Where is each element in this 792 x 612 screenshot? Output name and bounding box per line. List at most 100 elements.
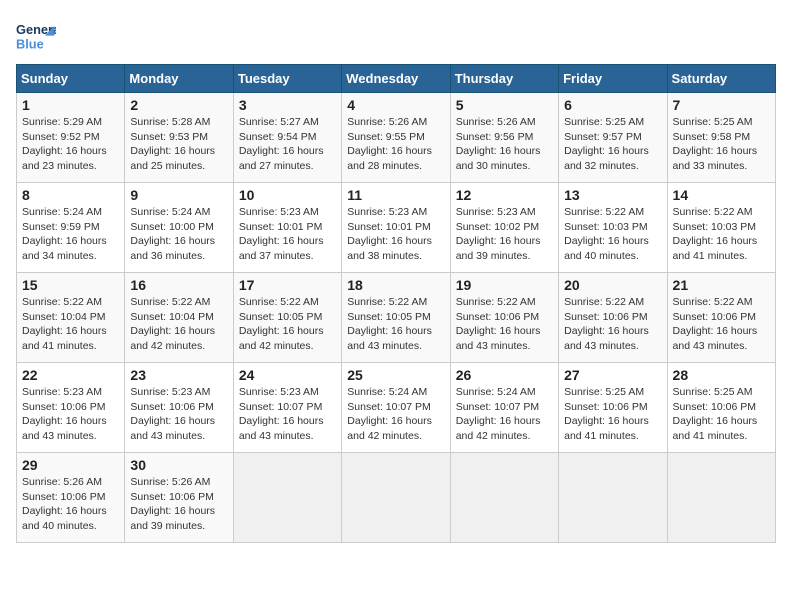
day-info: Sunrise: 5:27 AMSunset: 9:54 PMDaylight:… — [239, 115, 336, 174]
calendar-body: 1 Sunrise: 5:29 AMSunset: 9:52 PMDaylight… — [17, 93, 776, 543]
weekday-header-cell: Tuesday — [233, 65, 341, 93]
calendar-day-cell: 23Sunrise: 5:23 AMSunset: 10:06 PMDaylig… — [125, 363, 233, 453]
day-info: Sunrise: 5:22 AMSunset: 10:04 PMDaylight… — [22, 295, 119, 354]
day-number: 24 — [239, 367, 336, 383]
day-number: 22 — [22, 367, 119, 383]
day-number: 21 — [673, 277, 770, 293]
day-number: 10 — [239, 187, 336, 203]
day-info: Sunrise: 5:22 AMSunset: 10:03 PMDaylight… — [564, 205, 661, 264]
calendar-day-cell: 8 Sunrise: 5:24 AMSunset: 9:59 PMDaylight… — [17, 183, 125, 273]
calendar-day-cell: 19Sunrise: 5:22 AMSunset: 10:06 PMDaylig… — [450, 273, 558, 363]
svg-text:Blue: Blue — [16, 36, 44, 51]
day-info: Sunrise: 5:24 AMSunset: 10:00 PMDaylight… — [130, 205, 227, 264]
day-info: Sunrise: 5:22 AMSunset: 10:06 PMDaylight… — [564, 295, 661, 354]
day-info: Sunrise: 5:22 AMSunset: 10:06 PMDaylight… — [673, 295, 770, 354]
calendar-day-cell: 14Sunrise: 5:22 AMSunset: 10:03 PMDaylig… — [667, 183, 775, 273]
weekday-header-cell: Friday — [559, 65, 667, 93]
calendar-week-row: 22 Sunrise: 5:23 AMSunset: 10:06 PMDaylig… — [17, 363, 776, 453]
calendar-day-cell: 25 Sunrise: 5:24 AMSunset: 10:07 PMDaylig… — [342, 363, 450, 453]
day-number: 12 — [456, 187, 553, 203]
calendar-day-cell: 5 Sunrise: 5:26 AMSunset: 9:56 PMDaylight… — [450, 93, 558, 183]
calendar-day-cell: 7 Sunrise: 5:25 AMSunset: 9:58 PMDaylight… — [667, 93, 775, 183]
calendar-day-cell: 18 Sunrise: 5:22 AMSunset: 10:05 PMDaylig… — [342, 273, 450, 363]
day-info: Sunrise: 5:22 AMSunset: 10:06 PMDaylight… — [456, 295, 553, 354]
calendar-week-row: 15 Sunrise: 5:22 AMSunset: 10:04 PMDaylig… — [17, 273, 776, 363]
calendar-day-cell: 24 Sunrise: 5:23 AMSunset: 10:07 PMDaylig… — [233, 363, 341, 453]
calendar-day-cell — [450, 453, 558, 543]
calendar-day-cell: 2 Sunrise: 5:28 AMSunset: 9:53 PMDaylight… — [125, 93, 233, 183]
calendar-day-cell — [342, 453, 450, 543]
calendar-day-cell — [233, 453, 341, 543]
day-number: 15 — [22, 277, 119, 293]
calendar-day-cell: 27 Sunrise: 5:25 AMSunset: 10:06 PMDaylig… — [559, 363, 667, 453]
day-number: 20 — [564, 277, 661, 293]
day-number: 27 — [564, 367, 661, 383]
calendar-day-cell: 28 Sunrise: 5:25 AMSunset: 10:06 PMDaylig… — [667, 363, 775, 453]
day-info: Sunrise: 5:25 AMSunset: 10:06 PMDaylight… — [564, 385, 661, 444]
day-info: Sunrise: 5:23 AMSunset: 10:06 PMDaylight… — [22, 385, 119, 444]
weekday-header-cell: Sunday — [17, 65, 125, 93]
day-info: Sunrise: 5:22 AMSunset: 10:03 PMDaylight… — [673, 205, 770, 264]
day-number: 7 — [673, 97, 770, 113]
weekday-header-cell: Saturday — [667, 65, 775, 93]
day-number: 17 — [239, 277, 336, 293]
calendar-day-cell — [559, 453, 667, 543]
day-number: 16 — [130, 277, 227, 293]
day-info: Sunrise: 5:25 AMSunset: 9:57 PMDaylight:… — [564, 115, 661, 174]
day-info: Sunrise: 5:22 AMSunset: 10:05 PMDaylight… — [347, 295, 444, 354]
calendar-week-row: 1 Sunrise: 5:29 AMSunset: 9:52 PMDaylight… — [17, 93, 776, 183]
day-number: 8 — [22, 187, 119, 203]
calendar-day-cell: 11 Sunrise: 5:23 AMSunset: 10:01 PMDaylig… — [342, 183, 450, 273]
day-number: 2 — [130, 97, 227, 113]
calendar-day-cell: 6 Sunrise: 5:25 AMSunset: 9:57 PMDaylight… — [559, 93, 667, 183]
day-info: Sunrise: 5:23 AMSunset: 10:01 PMDaylight… — [347, 205, 444, 264]
day-info: Sunrise: 5:28 AMSunset: 9:53 PMDaylight:… — [130, 115, 227, 174]
calendar-day-cell: 13 Sunrise: 5:22 AMSunset: 10:03 PMDaylig… — [559, 183, 667, 273]
day-number: 1 — [22, 97, 119, 113]
day-number: 18 — [347, 277, 444, 293]
day-number: 25 — [347, 367, 444, 383]
calendar-day-cell: 12Sunrise: 5:23 AMSunset: 10:02 PMDaylig… — [450, 183, 558, 273]
day-number: 13 — [564, 187, 661, 203]
day-info: Sunrise: 5:22 AMSunset: 10:04 PMDaylight… — [130, 295, 227, 354]
day-info: Sunrise: 5:23 AMSunset: 10:01 PMDaylight… — [239, 205, 336, 264]
day-info: Sunrise: 5:23 AMSunset: 10:07 PMDaylight… — [239, 385, 336, 444]
calendar-day-cell — [667, 453, 775, 543]
weekday-header-row: SundayMondayTuesdayWednesdayThursdayFrid… — [17, 65, 776, 93]
calendar-day-cell: 17Sunrise: 5:22 AMSunset: 10:05 PMDaylig… — [233, 273, 341, 363]
calendar-day-cell: 30Sunrise: 5:26 AMSunset: 10:06 PMDaylig… — [125, 453, 233, 543]
calendar-day-cell: 1 Sunrise: 5:29 AMSunset: 9:52 PMDaylight… — [17, 93, 125, 183]
day-info: Sunrise: 5:24 AMSunset: 10:07 PMDaylight… — [347, 385, 444, 444]
day-number: 6 — [564, 97, 661, 113]
day-number: 4 — [347, 97, 444, 113]
day-info: Sunrise: 5:25 AMSunset: 9:58 PMDaylight:… — [673, 115, 770, 174]
day-number: 28 — [673, 367, 770, 383]
day-number: 29 — [22, 457, 119, 473]
calendar-table: SundayMondayTuesdayWednesdayThursdayFrid… — [16, 64, 776, 543]
day-info: Sunrise: 5:24 AMSunset: 9:59 PMDaylight:… — [22, 205, 119, 264]
day-info: Sunrise: 5:26 AMSunset: 10:06 PMDaylight… — [130, 475, 227, 534]
calendar-week-row: 8 Sunrise: 5:24 AMSunset: 9:59 PMDaylight… — [17, 183, 776, 273]
day-info: Sunrise: 5:24 AMSunset: 10:07 PMDaylight… — [456, 385, 553, 444]
day-info: Sunrise: 5:25 AMSunset: 10:06 PMDaylight… — [673, 385, 770, 444]
day-number: 3 — [239, 97, 336, 113]
day-number: 5 — [456, 97, 553, 113]
weekday-header-cell: Thursday — [450, 65, 558, 93]
day-info: Sunrise: 5:29 AMSunset: 9:52 PMDaylight:… — [22, 115, 119, 174]
day-number: 11 — [347, 187, 444, 203]
calendar-day-cell: 9Sunrise: 5:24 AMSunset: 10:00 PMDayligh… — [125, 183, 233, 273]
day-number: 26 — [456, 367, 553, 383]
calendar-day-cell: 16 Sunrise: 5:22 AMSunset: 10:04 PMDaylig… — [125, 273, 233, 363]
calendar-day-cell: 26 Sunrise: 5:24 AMSunset: 10:07 PMDaylig… — [450, 363, 558, 453]
calendar-day-cell: 21 Sunrise: 5:22 AMSunset: 10:06 PMDaylig… — [667, 273, 775, 363]
day-info: Sunrise: 5:23 AMSunset: 10:06 PMDaylight… — [130, 385, 227, 444]
calendar-day-cell: 3 Sunrise: 5:27 AMSunset: 9:54 PMDaylight… — [233, 93, 341, 183]
calendar-day-cell: 4Sunrise: 5:26 AMSunset: 9:55 PMDaylight… — [342, 93, 450, 183]
logo: General Blue — [16, 16, 60, 56]
calendar-day-cell: 22 Sunrise: 5:23 AMSunset: 10:06 PMDaylig… — [17, 363, 125, 453]
calendar-day-cell: 10 Sunrise: 5:23 AMSunset: 10:01 PMDaylig… — [233, 183, 341, 273]
calendar-week-row: 29 Sunrise: 5:26 AMSunset: 10:06 PMDaylig… — [17, 453, 776, 543]
day-info: Sunrise: 5:26 AMSunset: 10:06 PMDaylight… — [22, 475, 119, 534]
day-info: Sunrise: 5:26 AMSunset: 9:56 PMDaylight:… — [456, 115, 553, 174]
calendar-day-cell: 29 Sunrise: 5:26 AMSunset: 10:06 PMDaylig… — [17, 453, 125, 543]
